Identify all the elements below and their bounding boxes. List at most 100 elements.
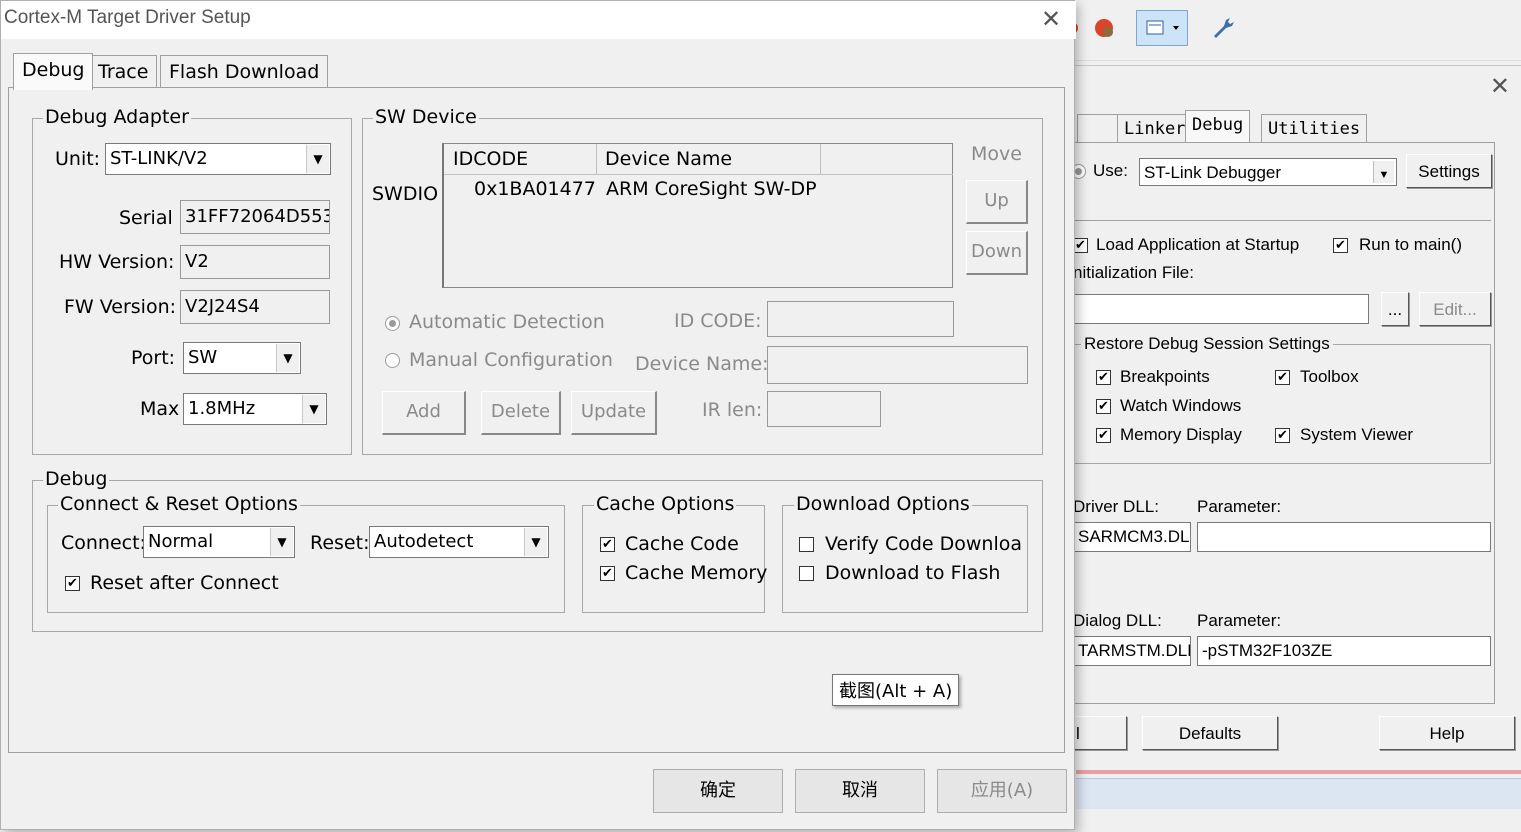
ir-len-input[interactable] [767,391,881,427]
unit-value: ST-LINK/V2 [110,148,208,169]
debug-adapter-title: Debug Adapter [43,106,191,128]
reset-value: Autodetect [374,531,474,552]
verify-code-download-checkbox[interactable] [799,537,814,552]
driver-dll-label: Driver DLL: [1073,497,1159,516]
manual-configuration-radio[interactable] [385,353,400,368]
cache-options-group [582,505,765,613]
tab-trace[interactable]: Trace [89,55,158,88]
defaults-button[interactable]: Defaults [1142,716,1278,750]
connect-value: Normal [148,531,214,552]
close-icon[interactable]: ✕ [1041,5,1061,33]
debug-settings-icon[interactable] [1088,10,1122,44]
driver-param-label: Parameter: [1197,497,1282,516]
unit-select[interactable]: ST-LINK/V2 ▼ [105,143,331,175]
chevron-down-icon: ▼ [306,145,329,173]
connect-label: Connect: [61,532,146,554]
table-header-device-name[interactable]: Device Name [596,144,821,175]
browse-button[interactable]: ... [1381,292,1409,326]
dialog-param-input[interactable]: -pSTM32F103ZE [1197,636,1491,666]
max-clock-select[interactable]: 1.8MHz ▼ [183,393,327,425]
serial-label: Serial [119,207,173,229]
system-viewer-checkbox[interactable]: ✔ [1275,428,1290,443]
settings-button[interactable]: Settings [1406,154,1492,188]
download-options-group [782,505,1028,613]
cancel-button[interactable]: 取消 [795,769,925,813]
tab-debug[interactable]: Debug [1185,110,1251,144]
add-button[interactable]: Add [382,391,466,435]
use-label: Use: [1093,161,1128,180]
chevron-down-icon: ▼ [270,528,293,556]
tab-debug[interactable]: Debug [13,53,94,90]
port-select[interactable]: SW ▼ [183,342,301,374]
restore-settings-title: Restore Debug Session Settings [1081,334,1333,354]
close-icon[interactable]: ✕ [1490,72,1510,100]
debugger-select-value: ST-Link Debugger [1144,163,1282,182]
tab-linker[interactable]: Linker [1117,114,1193,143]
edit-button[interactable]: Edit... [1419,292,1491,326]
max-clock-value: 1.8MHz [188,398,256,419]
run-to-main-label: Run to main() [1359,235,1462,254]
port-label: Port: [131,347,176,369]
fw-version-label: FW Version: [64,296,177,318]
divider [1076,770,1521,774]
toolbox-checkbox[interactable]: ✔ [1275,370,1290,385]
run-to-main-checkbox[interactable]: ✔ [1333,238,1348,253]
cache-code-checkbox[interactable]: ✔ [600,537,615,552]
ok-button[interactable]: 确定 [653,769,783,813]
wrench-icon[interactable] [1204,10,1238,44]
update-button[interactable]: Update [571,391,657,435]
row-device-name: ARM CoreSight SW-DP [606,178,817,200]
reset-after-connect-checkbox[interactable]: ✔ [65,576,80,591]
verify-code-download-label: Verify Code Download [825,533,1021,555]
move-down-button[interactable]: Down [966,231,1028,275]
device-name-input[interactable] [767,346,1028,384]
debugger-select[interactable]: ST-Link Debugger ▼ [1139,158,1397,186]
init-file-label: nitialization File: [1073,263,1194,282]
window-layout-dropdown[interactable] [1136,10,1188,46]
driver-param-input[interactable] [1197,522,1491,552]
automatic-detection-radio[interactable] [385,316,400,331]
delete-button[interactable]: Delete [481,391,561,435]
watch-windows-checkbox[interactable]: ✔ [1096,399,1111,414]
chevron-down-icon: ▼ [1373,161,1394,183]
divider [1061,220,1491,221]
table-row[interactable]: 0x1BA01477 ARM CoreSight SW-DP [444,178,952,206]
load-app-checkbox[interactable]: ✔ [1073,238,1088,253]
hw-version-label: HW Version: [59,251,175,273]
table-header-empty [820,144,953,175]
screenshot-tooltip: 截图(Alt + A) [832,674,960,706]
memory-display-checkbox[interactable]: ✔ [1096,428,1111,443]
init-file-input[interactable] [1073,294,1369,324]
download-to-flash-label: Download to Flash [825,562,1001,584]
cache-options-title: Cache Options [594,493,737,515]
table-header-idcode[interactable]: IDCODE [444,144,597,175]
reset-select[interactable]: Autodetect ▼ [369,526,549,558]
dialog-title: Cortex-M Target Driver Setup [4,7,251,28]
automatic-detection-label: Automatic Detection [409,311,605,333]
driver-dll-input[interactable]: SARMCM3.DLL [1073,522,1191,552]
tab-utilities[interactable]: Utilities [1261,114,1368,143]
tab-flash-download[interactable]: Flash Download [160,55,329,88]
hw-version-field: V2 [180,245,330,279]
download-to-flash-checkbox[interactable] [799,566,814,581]
max-clock-label: Max [140,398,180,420]
cache-memory-checkbox[interactable]: ✔ [600,566,615,581]
unit-label: Unit: [55,148,101,170]
swdio-label: SWDIO [372,183,439,205]
id-code-input[interactable] [767,301,954,337]
apply-button[interactable]: 应用(A) [937,769,1067,813]
breakpoints-checkbox[interactable]: ✔ [1096,370,1111,385]
chevron-down-icon: ▼ [302,395,325,423]
help-button[interactable]: Help [1379,716,1515,750]
debug-group-title: Debug [43,468,110,490]
breakpoints-label: Breakpoints [1120,367,1210,386]
watch-windows-label: Watch Windows [1120,396,1242,415]
memory-display-label: Memory Display [1120,425,1242,444]
connect-select[interactable]: Normal ▼ [143,526,295,558]
move-up-button[interactable]: Up [966,180,1028,224]
title-bar: Cortex-M Target Driver Setup ✕ [1,1,1076,39]
dialog-dll-input[interactable]: TARMSTM.DLL [1073,636,1191,666]
cache-memory-label: Cache Memory [625,562,768,584]
device-table[interactable]: IDCODE Device Name 0x1BA01477 ARM CoreSi… [442,143,953,288]
row-idcode: 0x1BA01477 [474,178,596,200]
